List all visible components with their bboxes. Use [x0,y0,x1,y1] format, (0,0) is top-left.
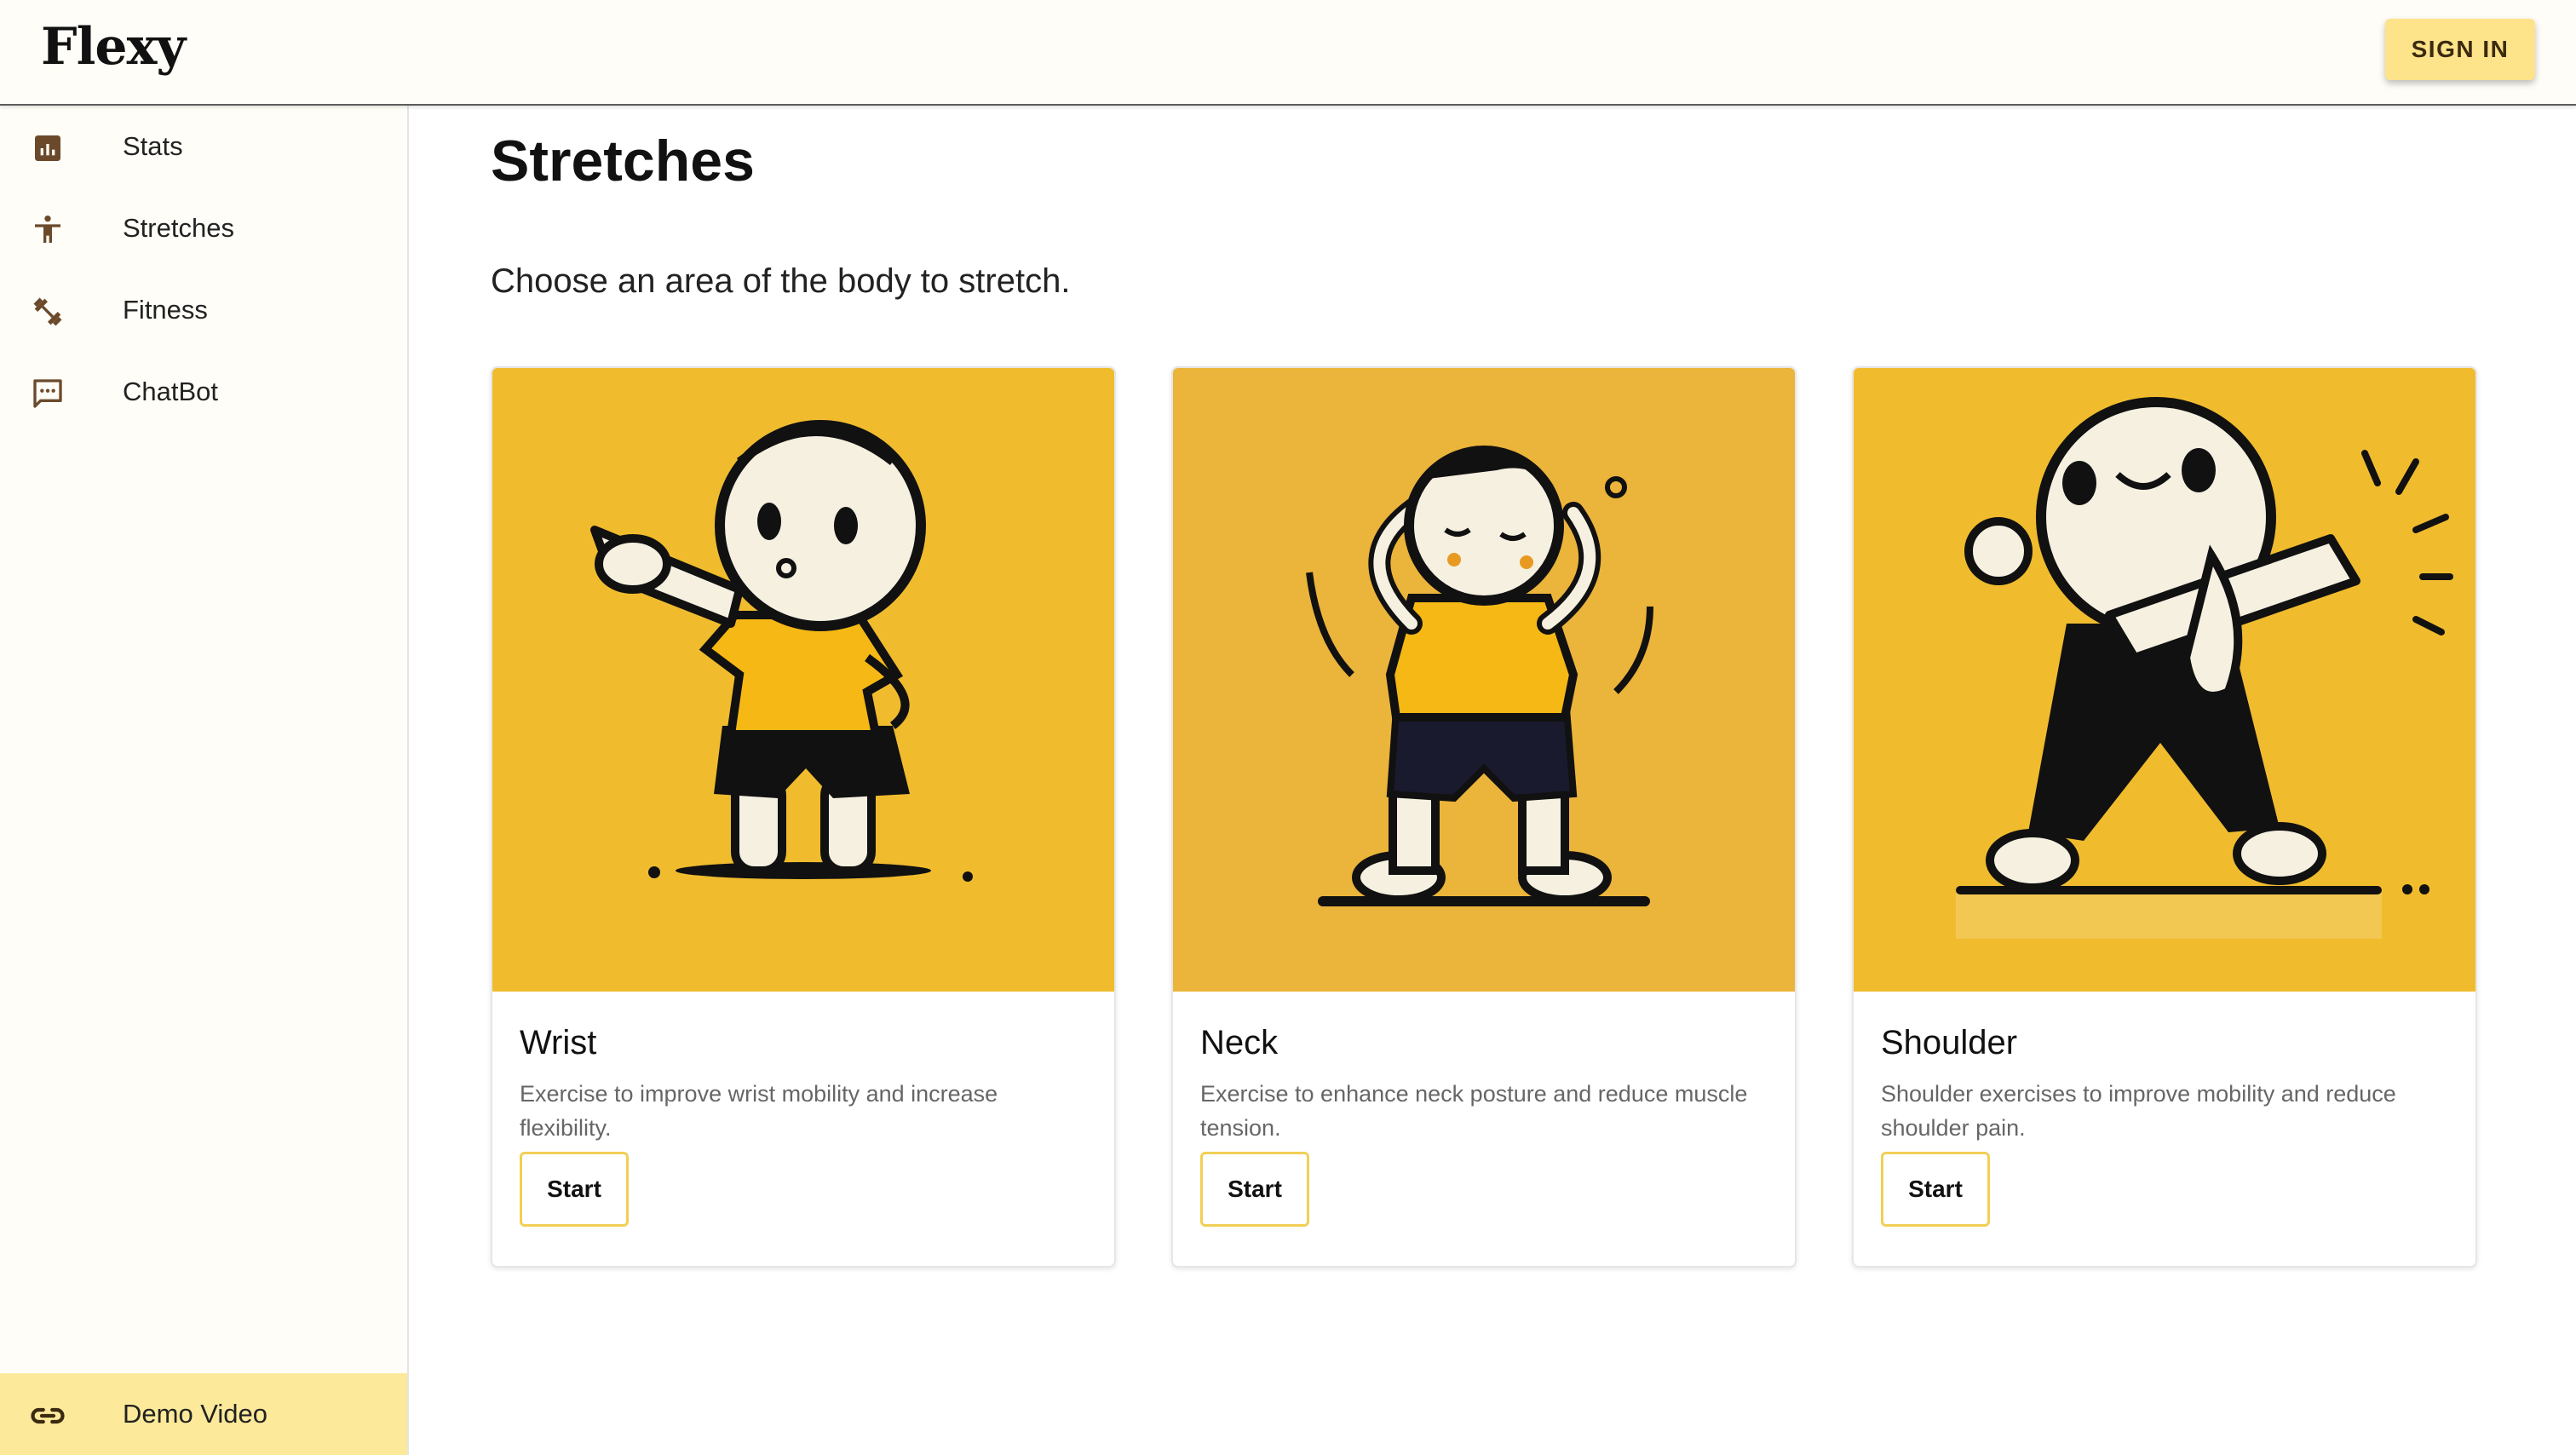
sidebar-item-stats[interactable]: Stats [0,106,407,187]
sidebar: Stats Stretches Fitness ChatBot Demo Vid… [0,106,409,1455]
dumbbell-icon [29,293,66,331]
sidebar-item-fitness[interactable]: Fitness [0,269,407,351]
link-icon [29,1397,66,1435]
wrist-stretch-illustration [492,368,1114,992]
chat-bubble-icon [29,375,66,412]
neck-stretch-illustration [1173,368,1795,992]
demo-video-label: Demo Video [123,1399,268,1429]
card-title: Shoulder [1881,1024,2018,1061]
sidebar-item-stretches[interactable]: Stretches [0,187,407,269]
accessibility-person-icon [29,211,66,249]
sign-in-button[interactable]: SIGN IN [2385,19,2535,80]
shoulder-stretch-illustration [1854,368,2475,992]
stretch-card-neck: Neck Exercise to enhance neck posture an… [1171,366,1797,1268]
sidebar-item-label: ChatBot [123,377,219,406]
card-description: Shoulder exercises to improve mobility a… [1881,1081,2396,1141]
card-title: Wrist [520,1024,597,1061]
sidebar-item-chatbot[interactable]: ChatBot [0,351,407,433]
card-title: Neck [1200,1024,1279,1061]
sidebar-item-label: Stats [123,131,183,161]
start-shoulder-button[interactable]: Start [1881,1152,1990,1227]
card-description: Exercise to improve wrist mobility and i… [520,1081,998,1141]
sidebar-item-label: Fitness [123,295,208,325]
sidebar-item-label: Stretches [123,213,234,243]
card-description: Exercise to enhance neck posture and red… [1200,1081,1748,1141]
app-logo[interactable]: Flexy [41,17,186,77]
demo-video-link[interactable]: Demo Video [0,1373,407,1455]
stretch-card-shoulder: Shoulder Shoulder exercises to improve m… [1852,366,2477,1268]
stretch-card-wrist: Wrist Exercise to improve wrist mobility… [491,366,1116,1268]
page-subtitle: Choose an area of the body to stretch. [491,262,1071,300]
start-neck-button[interactable]: Start [1200,1152,1309,1227]
start-wrist-button[interactable]: Start [520,1152,629,1227]
page-title: Stretches [491,129,755,193]
app-header: Flexy SIGN IN [0,0,2576,106]
bar-chart-icon [29,129,66,167]
